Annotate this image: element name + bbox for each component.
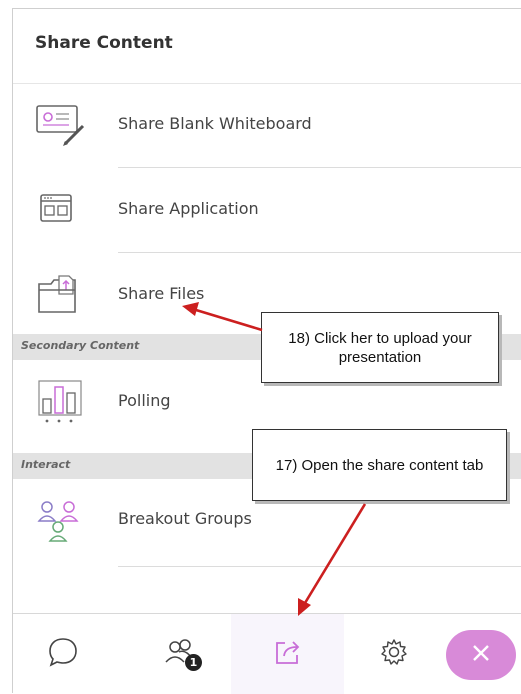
share-application-item[interactable]: Share Application: [13, 169, 521, 253]
callout-upload-presentation: 18) Click her to upload your presentatio…: [261, 312, 499, 383]
panel-header: Share Content: [13, 9, 521, 84]
application-window-icon: [35, 187, 89, 233]
divider: [118, 167, 521, 168]
item-label: Share Blank Whiteboard: [118, 114, 312, 133]
breakout-groups-icon: [35, 497, 89, 543]
chat-icon: [46, 635, 80, 673]
attendees-icon: 1: [161, 636, 202, 672]
tab-settings[interactable]: [349, 614, 439, 694]
section-label: Interact: [21, 458, 71, 471]
section-label: Secondary Content: [21, 339, 140, 352]
close-icon: [469, 641, 493, 669]
poll-chart-icon: [35, 379, 89, 425]
file-folder-icon: [35, 272, 89, 318]
callout-open-share-tab: 17) Open the share content tab: [252, 429, 507, 501]
tab-chat[interactable]: [13, 614, 113, 694]
tab-share-content[interactable]: [231, 614, 344, 694]
divider: [118, 566, 521, 567]
item-label: Share Files: [118, 284, 205, 303]
item-label: Polling: [118, 391, 171, 410]
share-blank-whiteboard-item[interactable]: Share Blank Whiteboard: [13, 84, 521, 168]
share-content-icon: [271, 635, 305, 673]
whiteboard-icon: [35, 102, 89, 148]
panel-title: Share Content: [35, 33, 173, 53]
tab-attendees[interactable]: 1: [131, 614, 231, 694]
attendees-count-badge: 1: [185, 654, 202, 671]
close-panel-button[interactable]: [446, 630, 516, 680]
item-label: Share Application: [118, 199, 259, 218]
item-label: Breakout Groups: [118, 509, 252, 528]
gear-icon: [378, 636, 410, 672]
divider: [118, 252, 521, 253]
bottom-tab-bar: 1: [13, 613, 521, 694]
